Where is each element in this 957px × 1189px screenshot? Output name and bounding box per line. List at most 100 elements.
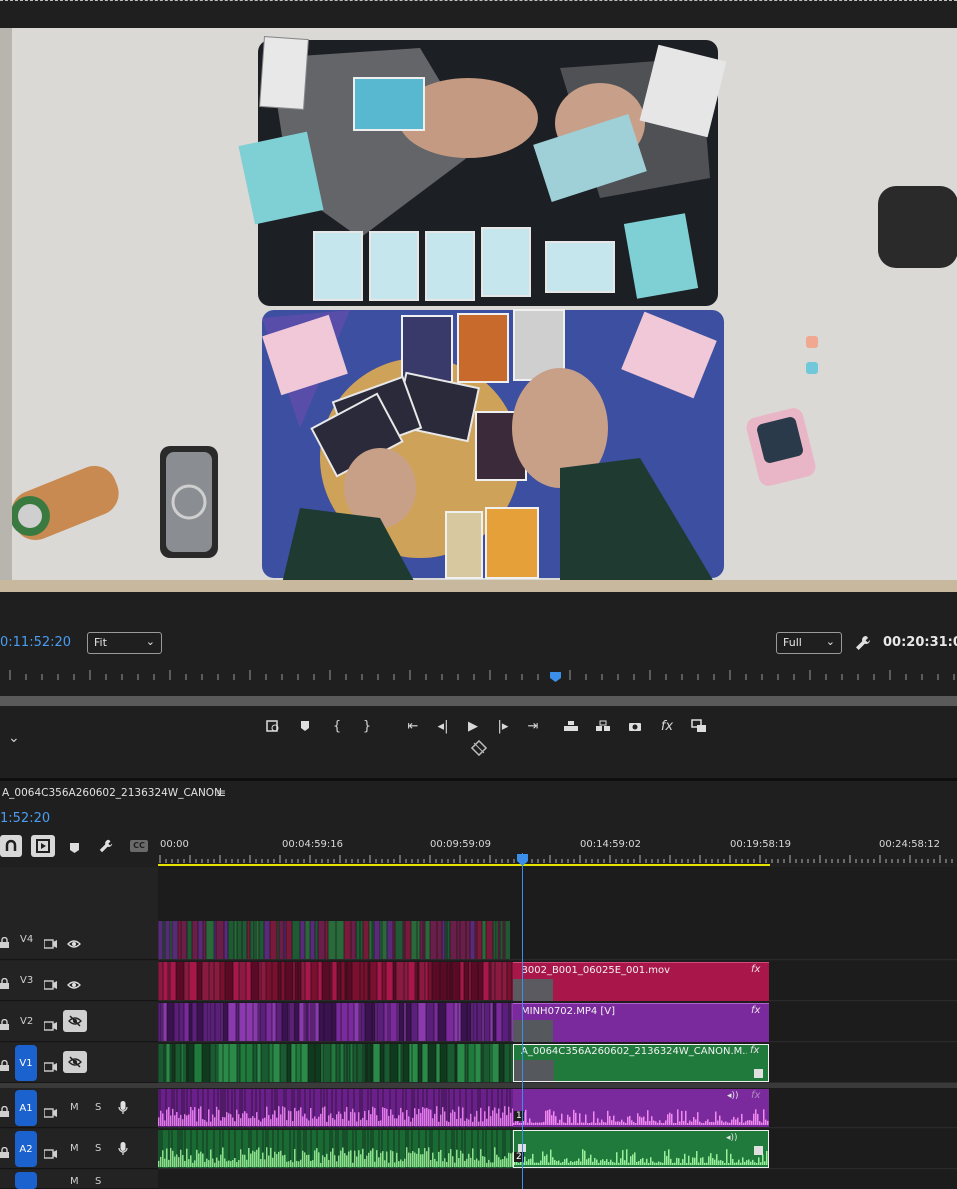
timeline-ruler[interactable]: 00:00 00:04:59:16 00:09:59:09 00:14:59:0… [158, 833, 957, 867]
eye-hidden-icon[interactable] [63, 1010, 87, 1032]
track-header-v4[interactable]: V4 [0, 920, 158, 960]
waveform-bar [268, 1114, 270, 1126]
clip-v3[interactable]: B002_B001_06025E_001.mov fx [513, 962, 769, 1001]
track-header-a3[interactable]: M S [0, 1170, 158, 1189]
monitor-scroll-bar[interactable] [0, 696, 957, 706]
clip-segments-v4[interactable] [158, 920, 518, 960]
clip-segments-v3[interactable] [158, 961, 518, 1001]
clip-segment [220, 962, 225, 1000]
track-v1[interactable]: A_0064C356A260602_2136324W_CANON.M... fx [158, 1043, 957, 1083]
track-a1[interactable]: 1 ◂)) fx [158, 1088, 957, 1128]
play-icon[interactable]: ▶ [462, 715, 484, 737]
playback-resolution-dropdown[interactable]: Full ⌄ [776, 632, 842, 654]
timeline-playhead[interactable] [517, 851, 528, 866]
mute-button[interactable]: M [70, 1143, 79, 1154]
track-header-a1[interactable]: A1 M S [0, 1088, 158, 1128]
solo-button[interactable]: S [95, 1143, 101, 1154]
lift-icon[interactable] [560, 715, 582, 737]
eye-icon[interactable] [67, 934, 81, 953]
waveform-bar [328, 1115, 330, 1126]
snap-magnet-icon[interactable] [0, 835, 22, 857]
waveform-bar [382, 1151, 384, 1167]
sync-lock-icon[interactable] [43, 934, 58, 953]
sequence-tab-name[interactable]: A_0064C356A260602_2136324W_CANON [2, 787, 222, 799]
waveform-bar [292, 1162, 294, 1167]
add-marker-icon[interactable] [294, 715, 316, 737]
lock-icon[interactable] [0, 1015, 9, 1034]
audio-segments-a1[interactable] [158, 1088, 518, 1128]
camera-icon[interactable] [624, 715, 646, 737]
current-timecode[interactable]: 0:11:52:20 [0, 635, 71, 650]
lock-icon[interactable] [0, 974, 9, 993]
track-a2[interactable]: 2 ◂)) [158, 1129, 957, 1169]
panel-menu-icon[interactable]: ≡ [216, 786, 226, 800]
step-forward-icon[interactable]: |▸ [492, 715, 514, 737]
timeline-settings-wrench-icon[interactable] [98, 838, 114, 858]
zoom-level-dropdown[interactable]: Fit ⌄ [87, 632, 162, 654]
clip-segments-v2[interactable] [158, 1002, 518, 1042]
source-patch-a1[interactable]: A1 [15, 1090, 37, 1126]
mute-button[interactable]: M [70, 1102, 79, 1113]
microphone-icon[interactable] [118, 1141, 128, 1160]
source-patch-a3[interactable] [15, 1172, 37, 1189]
sync-lock-icon[interactable] [43, 1144, 58, 1163]
comparison-view-icon[interactable] [688, 715, 710, 737]
track-header-v2[interactable]: V2 [0, 1002, 158, 1042]
lock-icon[interactable] [0, 933, 9, 952]
sync-lock-icon[interactable] [43, 1057, 58, 1076]
waveform-bar [589, 1122, 591, 1125]
keyframe-icon[interactable] [754, 1069, 763, 1078]
waveform-bar [204, 1120, 206, 1126]
go-to-in-icon[interactable]: ⇤ [402, 715, 424, 737]
solo-button[interactable]: S [95, 1102, 101, 1113]
monitor-time-ruler[interactable] [0, 666, 957, 688]
clip-v1-selected[interactable]: A_0064C356A260602_2136324W_CANON.M... fx [513, 1044, 769, 1082]
go-to-out-icon[interactable]: ⇥ [522, 715, 544, 737]
sync-lock-icon[interactable] [43, 1016, 58, 1035]
mark-out-icon[interactable]: } [356, 715, 378, 737]
clip-v2[interactable]: MINH0702.MP4 [V] fx [513, 1003, 769, 1042]
sync-lock-icon[interactable] [43, 1103, 58, 1122]
extract-icon[interactable] [592, 715, 614, 737]
lock-icon[interactable] [0, 1102, 9, 1121]
track-header-v1[interactable]: V1 [0, 1043, 158, 1083]
timeline-timecode[interactable]: 1:52:20 [0, 811, 50, 826]
linked-selection-icon[interactable] [31, 835, 55, 857]
source-patch-v1[interactable]: V1 [15, 1045, 37, 1081]
monitor-playhead[interactable] [550, 667, 561, 682]
settings-wrench-icon[interactable] [854, 634, 872, 652]
audio-segments-a2[interactable] [158, 1129, 518, 1169]
lock-icon[interactable] [0, 1056, 9, 1075]
lock-icon[interactable] [0, 1143, 9, 1162]
track-header-v3[interactable]: V3 [0, 961, 158, 1001]
expand-chevron-icon[interactable]: ⌄ [8, 730, 20, 746]
eye-icon[interactable] [67, 975, 81, 994]
export-frame-icon[interactable] [262, 715, 284, 737]
source-patch-a2[interactable]: A2 [15, 1131, 37, 1167]
track-header-a2[interactable]: A2 M S [0, 1129, 158, 1169]
clip-segments-v1[interactable] [158, 1043, 518, 1083]
clip-segment [475, 1044, 481, 1082]
fx-icon[interactable]: fx [656, 715, 678, 737]
clip-a1[interactable]: 1 ◂)) fx [513, 1089, 769, 1127]
microphone-icon[interactable] [118, 1100, 128, 1119]
captions-icon[interactable]: CC [130, 840, 148, 852]
mute-button[interactable]: M [70, 1176, 79, 1187]
add-marker-icon[interactable] [69, 839, 80, 858]
track-v2[interactable]: MINH0702.MP4 [V] fx [158, 1002, 957, 1042]
track-v4[interactable] [158, 920, 957, 960]
solo-button[interactable]: S [95, 1176, 101, 1187]
track-v3[interactable]: B002_B001_06025E_001.mov fx [158, 961, 957, 1001]
track-a3[interactable] [158, 1170, 957, 1189]
step-back-icon[interactable]: ◂| [432, 715, 454, 737]
sync-lock-icon[interactable] [43, 975, 58, 994]
waveform-bar [747, 1120, 749, 1125]
multicam-icon[interactable] [470, 739, 488, 757]
video-frame-image [0, 28, 957, 592]
keyframe-icon[interactable] [754, 1146, 763, 1155]
eye-hidden-icon[interactable] [63, 1051, 87, 1073]
mark-in-icon[interactable]: { [326, 715, 348, 737]
timeline-playhead-line[interactable] [522, 853, 523, 1189]
clip-a2-selected[interactable]: 2 ◂)) [513, 1130, 769, 1168]
clip-segment [377, 1003, 384, 1041]
